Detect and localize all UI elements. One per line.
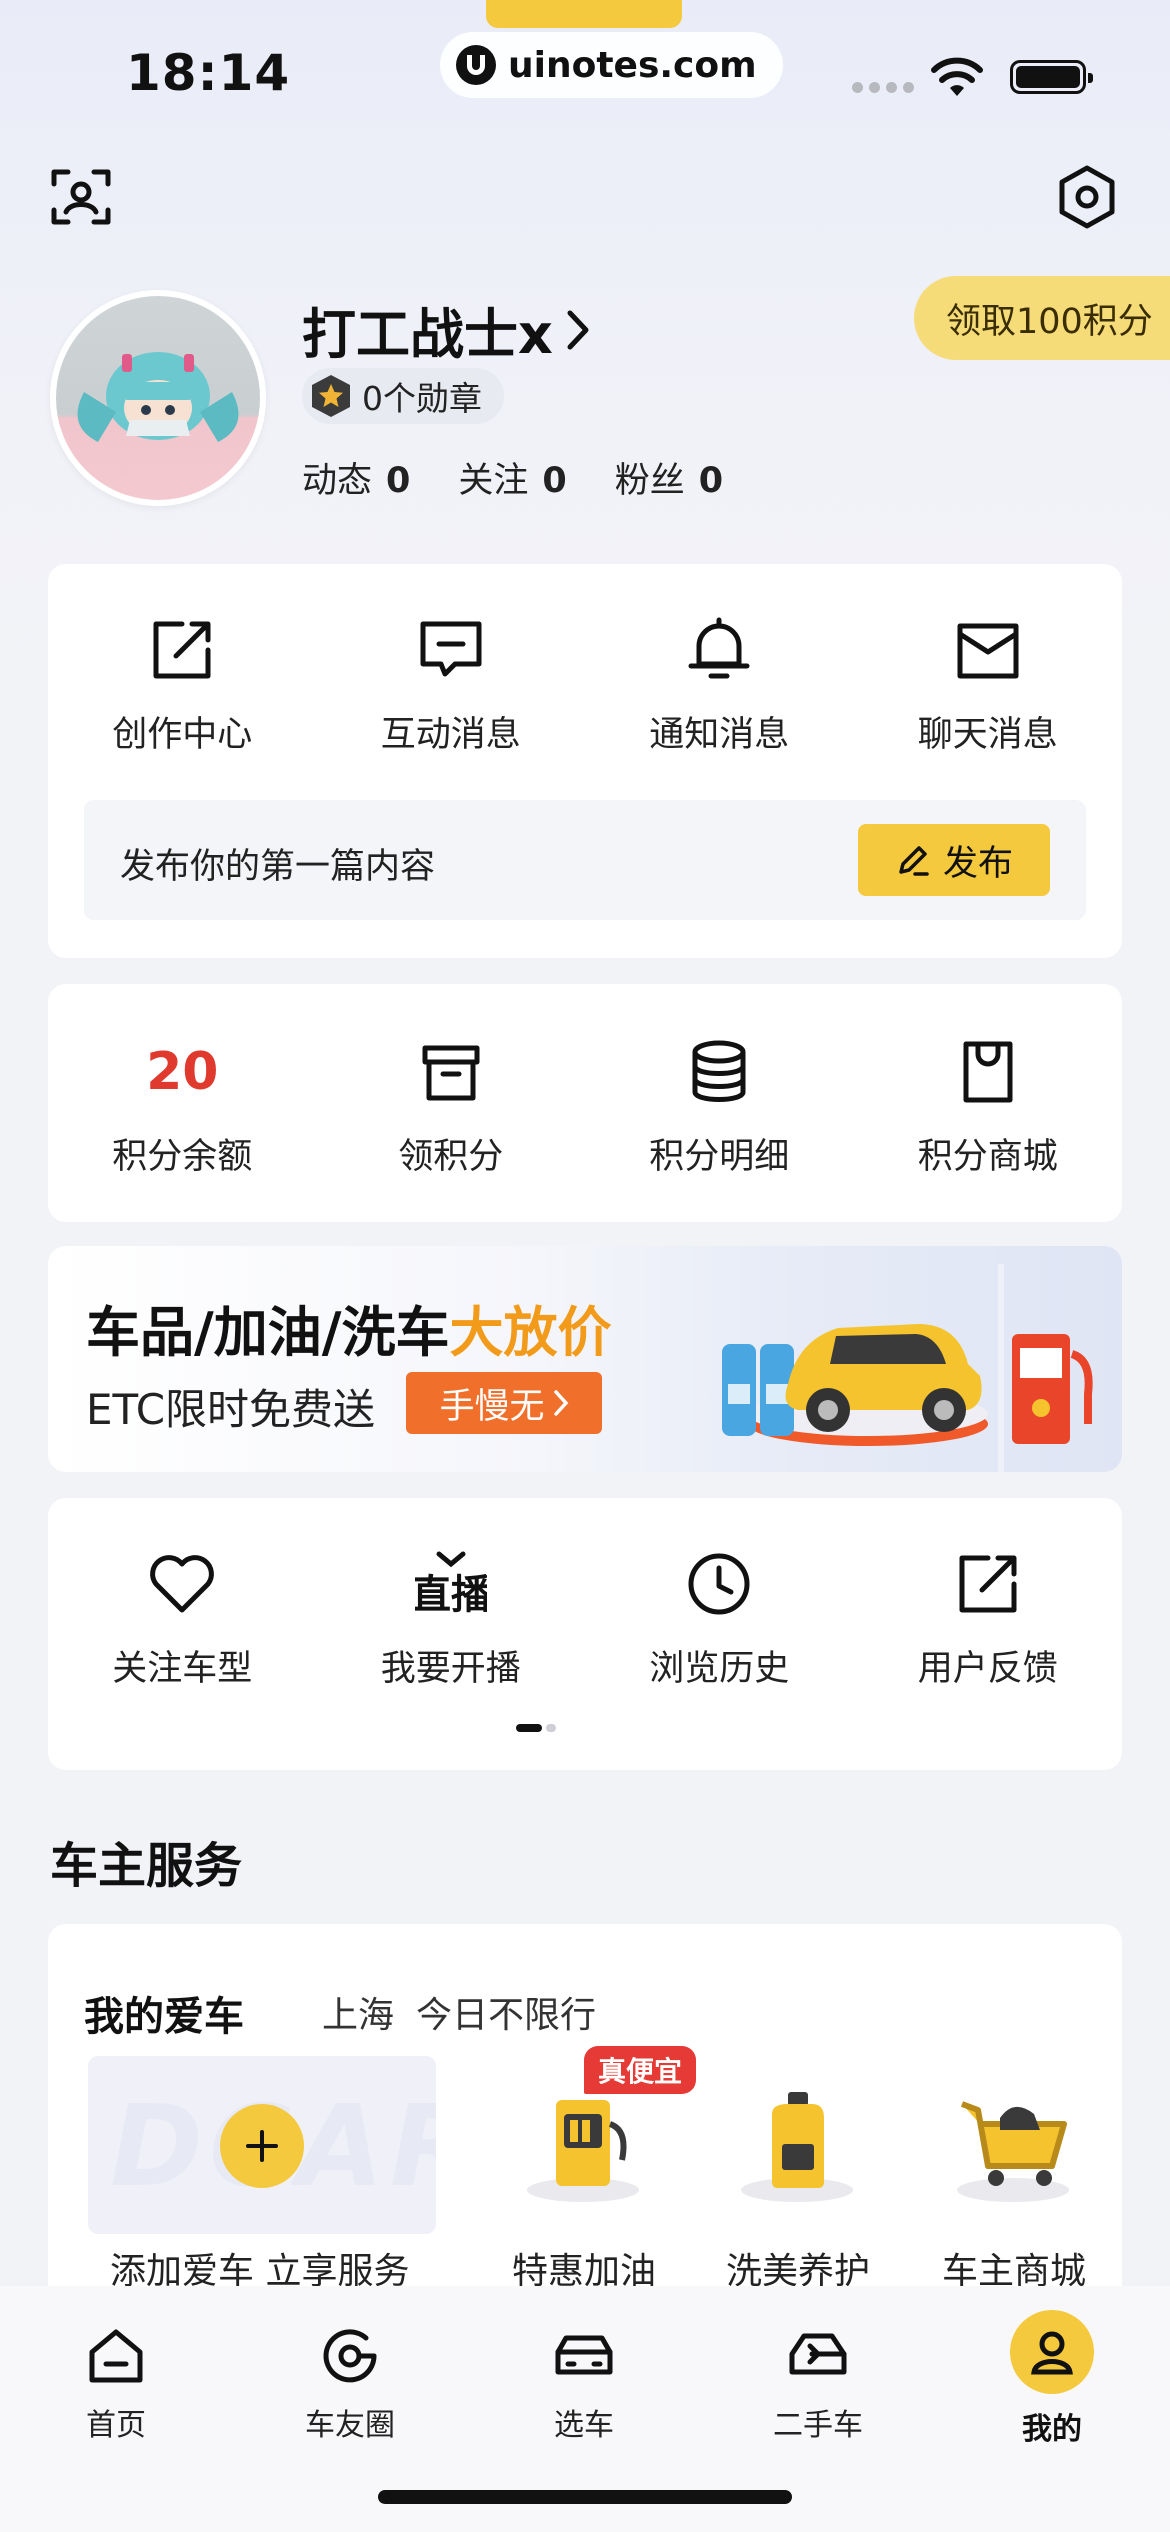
interaction-messages-item[interactable]: 互动消息	[317, 614, 586, 757]
circle-community-icon	[323, 2329, 377, 2383]
edit-square-icon	[153, 621, 211, 679]
bell-icon	[688, 617, 750, 679]
watermark-logo-icon	[456, 45, 496, 85]
plus-icon	[220, 2104, 304, 2188]
messages-card: 创作中心 互动消息 通知消息 聊天消息 发布你的第一篇内容 发布	[48, 564, 1122, 958]
battery-icon	[1010, 60, 1093, 94]
claim-points-button[interactable]: 领取100积分	[914, 276, 1170, 360]
username[interactable]: 打工战士x	[302, 290, 591, 369]
banner-car-illustration	[722, 1264, 1093, 1472]
watermark-text: uinotes.com	[508, 44, 757, 86]
banner-subtitle: ETC限时免费送	[86, 1385, 376, 1434]
page-dot	[546, 1724, 556, 1732]
page-indicator	[516, 1724, 556, 1732]
watermark: uinotes.com	[440, 32, 783, 98]
username-text: 打工战士x	[302, 303, 553, 366]
car-icon	[555, 2335, 613, 2375]
banner-title: 车品/加油/洗车大放价	[86, 1301, 612, 1364]
fuel-pump-icon[interactable]	[518, 2074, 648, 2204]
settings-icon[interactable]	[1054, 164, 1120, 230]
my-car-title: 我的爱车	[84, 1994, 244, 2040]
followed-models-item[interactable]: 关注车型	[48, 1548, 317, 1691]
home-icon	[89, 2329, 143, 2383]
stat-posts[interactable]: 动态 0	[302, 452, 410, 503]
tab-home[interactable]: 首页	[26, 2324, 206, 2444]
used-car-icon	[789, 2333, 847, 2375]
avatar-figure-icon	[77, 352, 239, 442]
shopping-cart-icon[interactable]	[948, 2074, 1078, 2204]
publish-button[interactable]: 发布	[858, 824, 1050, 896]
promo-banner[interactable]: 车品/加油/洗车大放价 ETC限时免费送 手慢无	[48, 1246, 1122, 1472]
publish-prompt-bar[interactable]: 发布你的第一篇内容 发布	[84, 800, 1086, 920]
stat-following[interactable]: 关注 0	[458, 452, 566, 503]
points-card: 20 积分余额 领积分 积分明细 积分商城	[48, 984, 1122, 1222]
database-icon	[692, 1040, 746, 1102]
chevron-right-icon	[553, 1390, 568, 1416]
gift-box-icon	[422, 1045, 480, 1101]
points-balance-value: 20	[146, 1042, 219, 1102]
add-car-button[interactable]: DCAR	[88, 2056, 436, 2234]
medal-count: 0个勋章	[362, 379, 482, 418]
points-mall-item[interactable]: 积分商城	[854, 1036, 1123, 1179]
go-live-item[interactable]: 直播 我要开播	[317, 1548, 586, 1691]
pencil-icon	[899, 846, 929, 876]
points-detail-item[interactable]: 积分明细	[585, 1036, 854, 1179]
medal-pill[interactable]: 0个勋章	[302, 368, 504, 424]
shopping-bag-icon	[963, 1041, 1013, 1103]
envelope-icon	[957, 623, 1019, 679]
scan-icon[interactable]	[50, 166, 112, 228]
traffic-restriction-info[interactable]: 上海 今日不限行	[322, 1986, 596, 2038]
feedback-edit-icon	[959, 1555, 1017, 1613]
chat-messages-item[interactable]: 聊天消息	[854, 614, 1123, 757]
tab-choose-car[interactable]: 选车	[494, 2324, 674, 2444]
wifi-icon	[931, 57, 983, 96]
my-car-card: 我的爱车 上海 今日不限行 DCAR 添加爱车 立享服务 真便宜 特惠加油 洗美…	[48, 1924, 1122, 2292]
svg-text:直播: 直播	[415, 1572, 487, 1618]
clock-icon	[688, 1553, 750, 1615]
user-feedback-item[interactable]: 用户反馈	[854, 1548, 1123, 1691]
chevron-right-icon	[567, 310, 589, 349]
stat-fans[interactable]: 粉丝 0	[615, 452, 723, 503]
tab-used-car[interactable]: 二手车	[728, 2324, 908, 2444]
city-name: 上海	[322, 1995, 395, 2036]
publish-prompt-text: 发布你的第一篇内容	[120, 847, 436, 887]
profile-stats: 动态 0 关注 0 粉丝 0	[302, 452, 723, 503]
tab-community[interactable]: 车友圈	[260, 2324, 440, 2444]
status-time: 18:14	[126, 44, 291, 102]
oil-bottle-icon[interactable]	[732, 2074, 862, 2204]
signal-icon	[852, 82, 914, 93]
tab-mine-highlight	[1010, 2310, 1094, 2394]
heart-icon	[150, 1555, 215, 1613]
browse-history-item[interactable]: 浏览历史	[585, 1548, 854, 1691]
profile-icon	[1031, 2331, 1073, 2375]
home-indicator	[378, 2490, 792, 2504]
avatar[interactable]	[50, 290, 266, 506]
medal-star-icon	[312, 375, 350, 417]
tab-mine[interactable]: 我的	[962, 2310, 1142, 2448]
banner-cta-button[interactable]: 手慢无	[406, 1372, 602, 1434]
live-tv-icon: 直播	[415, 1551, 487, 1618]
chat-bubble-icon	[420, 621, 482, 677]
notification-messages-item[interactable]: 通知消息	[585, 614, 854, 757]
creator-center-item[interactable]: 创作中心	[48, 614, 317, 757]
top-app-chip	[486, 0, 682, 28]
page-dot-active	[516, 1724, 542, 1732]
claim-points-item[interactable]: 领积分	[317, 1036, 586, 1179]
owner-services-title: 车主服务	[50, 1838, 243, 1894]
restriction-status: 今日不限行	[416, 1995, 597, 2036]
points-balance-item[interactable]: 20 积分余额	[48, 1036, 317, 1179]
tools-card: 关注车型 直播 我要开播 浏览历史 用户反馈	[48, 1498, 1122, 1770]
